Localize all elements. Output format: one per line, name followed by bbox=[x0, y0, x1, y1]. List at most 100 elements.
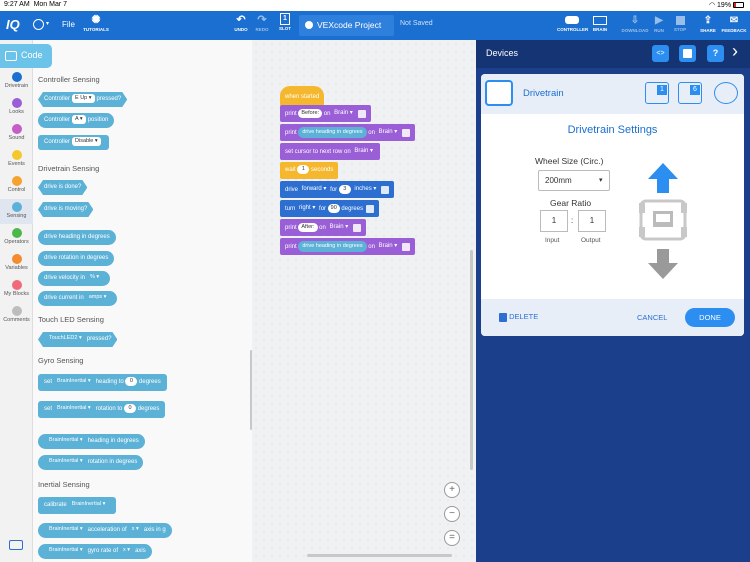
block-gyro-rate[interactable]: BrainInertial ▾ gyro rate of x ▾ axis bbox=[38, 544, 152, 559]
code-view-icon[interactable]: <> bbox=[652, 45, 669, 62]
block-palette[interactable]: Controller Sensing Controller E Up ▾ press… bbox=[33, 40, 252, 562]
category-operators[interactable]: Operators bbox=[0, 228, 33, 245]
block-inertial-rotation[interactable]: BrainInertial ▾ rotation in degrees bbox=[38, 455, 144, 470]
gear-output-field[interactable]: 1 bbox=[578, 210, 606, 232]
heading-value-input[interactable]: 0 bbox=[125, 376, 138, 386]
category-drivetrain[interactable]: Drivetrain bbox=[0, 72, 33, 89]
code-workspace[interactable]: when started print Before: on Brain ▾ pr… bbox=[252, 40, 476, 562]
category-sound[interactable]: Sound bbox=[0, 124, 33, 141]
set-cursor-block[interactable]: set cursor to next row on Brain ▾ bbox=[280, 143, 381, 160]
direction-dropdown[interactable]: right ▾ bbox=[299, 200, 315, 217]
brain-dropdown[interactable]: Brain ▾ bbox=[330, 219, 349, 236]
block-drive-done[interactable]: drive is done? bbox=[38, 180, 87, 195]
inertial-dropdown[interactable]: BrainInertial ▾ bbox=[46, 525, 86, 534]
chevron-right-icon[interactable]: › bbox=[732, 41, 738, 62]
block-set-heading[interactable]: set BrainInertial ▾ heading to 0 degrees bbox=[38, 374, 167, 391]
block-settings-icon[interactable] bbox=[366, 204, 375, 213]
angle-input[interactable]: 90 bbox=[327, 204, 340, 213]
block-controller-position[interactable]: Controller A ▾ position bbox=[38, 113, 115, 128]
undo-button[interactable]: ↶ UNDO bbox=[232, 14, 250, 32]
print-block[interactable]: print After: on Brain ▾ bbox=[280, 219, 367, 236]
block-set-rotation[interactable]: set BrainInertial ▾ rotation to 0 degrees bbox=[38, 401, 166, 418]
print-settings-icon[interactable] bbox=[357, 109, 366, 118]
wait-block[interactable]: wait 1 seconds bbox=[280, 162, 339, 179]
distance-input[interactable]: 3 bbox=[338, 185, 351, 194]
block-touchled-pressed[interactable]: TouchLED2 ▾ pressed? bbox=[38, 332, 117, 347]
axis-dropdown[interactable]: A ▾ bbox=[72, 114, 86, 124]
drive-for-block[interactable]: drive forward ▾ for 3 inches ▾ bbox=[280, 181, 395, 198]
wheel-size-select[interactable]: 200mm ▾ bbox=[538, 170, 610, 191]
extensions-icon[interactable] bbox=[9, 540, 23, 550]
inertial-dropdown[interactable]: BrainInertial ▾ bbox=[54, 377, 94, 386]
download-button[interactable]: ⇩ DOWNLOAD bbox=[620, 14, 650, 33]
block-drive-current[interactable]: drive current in amps ▾ bbox=[38, 291, 118, 306]
reporter-input[interactable]: drive heading in degrees bbox=[298, 241, 367, 252]
workspace-horizontal-scrollbar[interactable] bbox=[307, 554, 452, 557]
inertial-dropdown[interactable]: BrainInertial ▾ bbox=[46, 546, 86, 555]
zoom-in-button[interactable]: + bbox=[444, 482, 460, 498]
block-settings-icon[interactable] bbox=[381, 185, 390, 194]
category-comments[interactable]: Comments bbox=[0, 306, 33, 323]
category-variables[interactable]: Variables bbox=[0, 254, 33, 271]
inertial-dropdown[interactable]: BrainInertial ▾ bbox=[54, 404, 94, 413]
cancel-button[interactable]: CANCEL bbox=[637, 313, 667, 322]
block-inertial-heading[interactable]: BrainInertial ▾ heading in degrees bbox=[38, 434, 145, 449]
done-button[interactable]: DONE bbox=[685, 308, 735, 327]
category-control[interactable]: Control bbox=[0, 176, 33, 193]
help-icon[interactable]: ? bbox=[707, 45, 724, 62]
touchled-dropdown[interactable]: TouchLED2 ▾ bbox=[46, 334, 85, 343]
print-block[interactable]: print drive heading in degrees on Brain … bbox=[280, 124, 416, 141]
when-started-block[interactable]: when started bbox=[280, 86, 324, 106]
disable-dropdown[interactable]: Disable ▾ bbox=[72, 136, 101, 146]
delete-button[interactable]: DELETE bbox=[499, 312, 538, 322]
velocity-unit-dropdown[interactable]: % ▾ bbox=[87, 273, 102, 282]
inertial-dropdown[interactable]: BrainInertial ▾ bbox=[46, 457, 86, 466]
category-events[interactable]: Events bbox=[0, 150, 33, 167]
print-block[interactable]: print Before: on Brain ▾ bbox=[280, 105, 371, 122]
inertial-dropdown[interactable]: BrainInertial ▾ bbox=[46, 436, 86, 445]
text-input[interactable]: After: bbox=[298, 223, 318, 232]
brain-dropdown[interactable]: Brain ▾ bbox=[379, 124, 398, 141]
project-name-field[interactable]: VEXcode Project bbox=[299, 15, 394, 36]
feedback-button[interactable]: ✉ FEEDBACK bbox=[721, 14, 747, 33]
redo-button[interactable]: ↷ REDO bbox=[253, 14, 271, 32]
brain-dropdown[interactable]: Brain ▾ bbox=[379, 238, 398, 255]
wait-value-input[interactable]: 1 bbox=[297, 164, 310, 174]
print-settings-icon[interactable] bbox=[402, 128, 411, 137]
block-controller-pressed[interactable]: Controller E Up ▾ pressed? bbox=[38, 92, 127, 107]
turn-for-block[interactable]: turn right ▾ for 90 degrees bbox=[280, 200, 380, 217]
block-calibrate[interactable]: calibrate BrainInertial ▾ bbox=[38, 497, 117, 514]
share-button[interactable]: ⇪ SHARE bbox=[698, 14, 718, 33]
brain-dropdown[interactable]: Brain ▾ bbox=[334, 105, 353, 122]
block-controller-disable[interactable]: Controller Disable ▾ bbox=[38, 135, 109, 150]
print-settings-icon[interactable] bbox=[402, 242, 411, 251]
file-menu[interactable]: File bbox=[62, 20, 75, 29]
block-drive-rotation[interactable]: drive rotation in degrees bbox=[38, 251, 115, 266]
direction-dropdown[interactable]: forward ▾ bbox=[302, 181, 327, 198]
brain-device-icon[interactable] bbox=[679, 45, 696, 62]
button-dropdown[interactable]: E Up ▾ bbox=[72, 94, 95, 103]
brain-dropdown[interactable]: Brain ▾ bbox=[354, 143, 373, 160]
brain-button[interactable]: BRAIN bbox=[589, 14, 611, 32]
axis-dropdown[interactable]: x ▾ bbox=[129, 525, 142, 534]
print-block[interactable]: print drive heading in degrees on Brain … bbox=[280, 238, 416, 255]
stop-button[interactable]: STOP bbox=[672, 14, 688, 32]
category-my-blocks[interactable]: My Blocks bbox=[0, 280, 33, 297]
language-globe-icon[interactable] bbox=[33, 19, 44, 30]
tutorials-button[interactable]: ✺ TUTORIALS bbox=[83, 14, 109, 32]
text-input[interactable]: Before: bbox=[298, 109, 323, 118]
inertial-dropdown[interactable]: BrainInertial ▾ bbox=[69, 500, 109, 509]
workspace-vertical-scrollbar[interactable] bbox=[470, 250, 473, 470]
zoom-out-button[interactable]: − bbox=[444, 506, 460, 522]
print-settings-icon[interactable] bbox=[353, 223, 362, 232]
reporter-input[interactable]: drive heading in degrees bbox=[298, 127, 367, 138]
gear-input-field[interactable]: 1 bbox=[540, 210, 568, 232]
code-tab[interactable]: Code bbox=[0, 44, 52, 68]
axis-dropdown[interactable]: x ▾ bbox=[120, 546, 133, 555]
run-button[interactable]: ▶ RUN bbox=[652, 14, 666, 33]
current-unit-dropdown[interactable]: amps ▾ bbox=[86, 293, 110, 302]
zoom-reset-button[interactable]: = bbox=[444, 530, 460, 546]
controller-button[interactable]: CONTROLLER bbox=[557, 14, 588, 32]
category-sensing[interactable]: Sensing bbox=[0, 199, 33, 224]
block-drive-moving[interactable]: drive is moving? bbox=[38, 202, 93, 217]
